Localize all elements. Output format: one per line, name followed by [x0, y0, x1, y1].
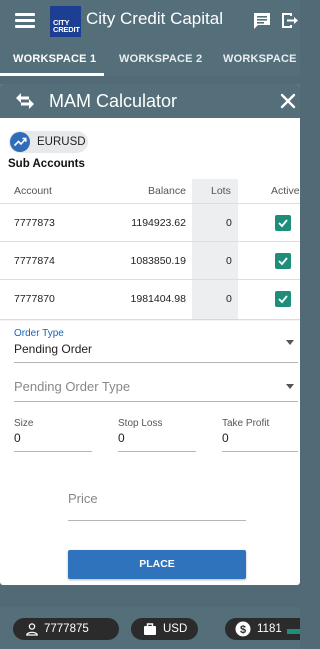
briefcase-icon: [143, 622, 157, 639]
company-logo: CITY CREDIT: [50, 6, 81, 37]
chevron-down-icon[interactable]: [286, 384, 294, 389]
chevron-down-icon[interactable]: [286, 340, 294, 345]
account-number: 7777875: [44, 623, 89, 635]
currency-label: USD: [163, 623, 188, 635]
table-row: 7777870 1981404.98 0: [0, 279, 300, 317]
sub-accounts-table: Account Balance Lots Active 7777873 1194…: [0, 179, 300, 320]
symbol-chip[interactable]: EURUSD: [9, 131, 88, 153]
stop-loss-underline: [118, 451, 196, 452]
pending-order-type-underline: [14, 401, 298, 402]
lots-cell: 0: [226, 217, 232, 229]
size-underline: [14, 451, 92, 452]
account-cell: 7777870: [14, 293, 55, 305]
column-header-active: Active: [271, 185, 300, 197]
chat-icon[interactable]: [252, 11, 272, 30]
account-cell: 7777874: [14, 255, 55, 267]
price-underline: [68, 520, 246, 521]
lots-cell: 0: [226, 293, 232, 305]
logout-icon[interactable]: [280, 11, 300, 30]
stop-loss-label: Stop Loss: [118, 418, 163, 429]
dollar-icon: $: [235, 621, 251, 640]
mam-calculator-panel: MAM Calculator EURUSD Sub Accounts Accou…: [0, 84, 300, 585]
account-pill[interactable]: 7777875: [13, 618, 119, 640]
tab-workspace-1[interactable]: WORKSPACE 1: [13, 53, 96, 65]
currency-pill[interactable]: USD: [131, 618, 198, 640]
active-checkbox[interactable]: [275, 253, 291, 269]
balance-value: 1181: [257, 623, 282, 635]
trending-up-icon: [10, 132, 30, 152]
tab-workspace-3[interactable]: WORKSPACE 3: [223, 53, 300, 65]
table-divider: [0, 319, 300, 321]
close-icon[interactable]: [279, 92, 297, 110]
symbol-label: EURUSD: [37, 136, 86, 148]
take-profit-underline: [222, 451, 298, 452]
order-type-underline: [14, 362, 298, 363]
workspace-tabs: WORKSPACE 1 WORKSPACE 2 WORKSPACE 3: [0, 42, 300, 76]
balance-cell: 1083850.19: [130, 255, 186, 267]
take-profit-input[interactable]: 0: [222, 431, 229, 445]
price-input[interactable]: Price: [68, 491, 98, 506]
table-row: 7777873 1194923.62 0: [0, 203, 300, 241]
column-header-lots: Lots: [211, 185, 231, 197]
size-label: Size: [14, 418, 34, 429]
active-tab-indicator: [0, 73, 104, 76]
active-checkbox[interactable]: [275, 291, 291, 307]
svg-text:$: $: [240, 624, 246, 636]
balance-cell: 1981404.98: [130, 293, 186, 305]
take-profit-label: Take Profit: [222, 418, 270, 429]
app-title: City Credit Capital: [86, 9, 223, 28]
column-header-account: Account: [14, 185, 52, 197]
status-bar: 7777875 USD $ 1181: [0, 607, 300, 649]
lots-cell: 0: [226, 255, 232, 267]
status-accent: [287, 629, 300, 634]
place-button[interactable]: PLACE: [68, 550, 246, 579]
calculator-title: MAM Calculator: [49, 91, 178, 111]
table-row: 7777874 1083850.19 0: [0, 241, 300, 279]
pending-order-type-placeholder: Pending Order Type: [14, 379, 131, 394]
balance-cell: 1194923.62: [131, 217, 186, 229]
column-header-balance: Balance: [148, 185, 186, 197]
stop-loss-input[interactable]: 0: [118, 431, 125, 445]
calculator-header: MAM Calculator: [0, 84, 300, 118]
order-type-value: Pending Order: [14, 342, 93, 356]
menu-icon[interactable]: [15, 12, 35, 28]
tab-workspace-2[interactable]: WORKSPACE 2: [119, 53, 202, 65]
swap-arrows-icon[interactable]: [14, 91, 36, 111]
person-icon: [25, 622, 39, 639]
account-cell: 7777873: [14, 217, 55, 229]
order-type-label: Order Type: [14, 328, 64, 339]
app-bar: CITY CREDIT City Credit Capital: [0, 0, 300, 42]
sub-accounts-title: Sub Accounts: [8, 158, 85, 170]
active-checkbox[interactable]: [275, 215, 291, 231]
size-input[interactable]: 0: [14, 431, 21, 445]
